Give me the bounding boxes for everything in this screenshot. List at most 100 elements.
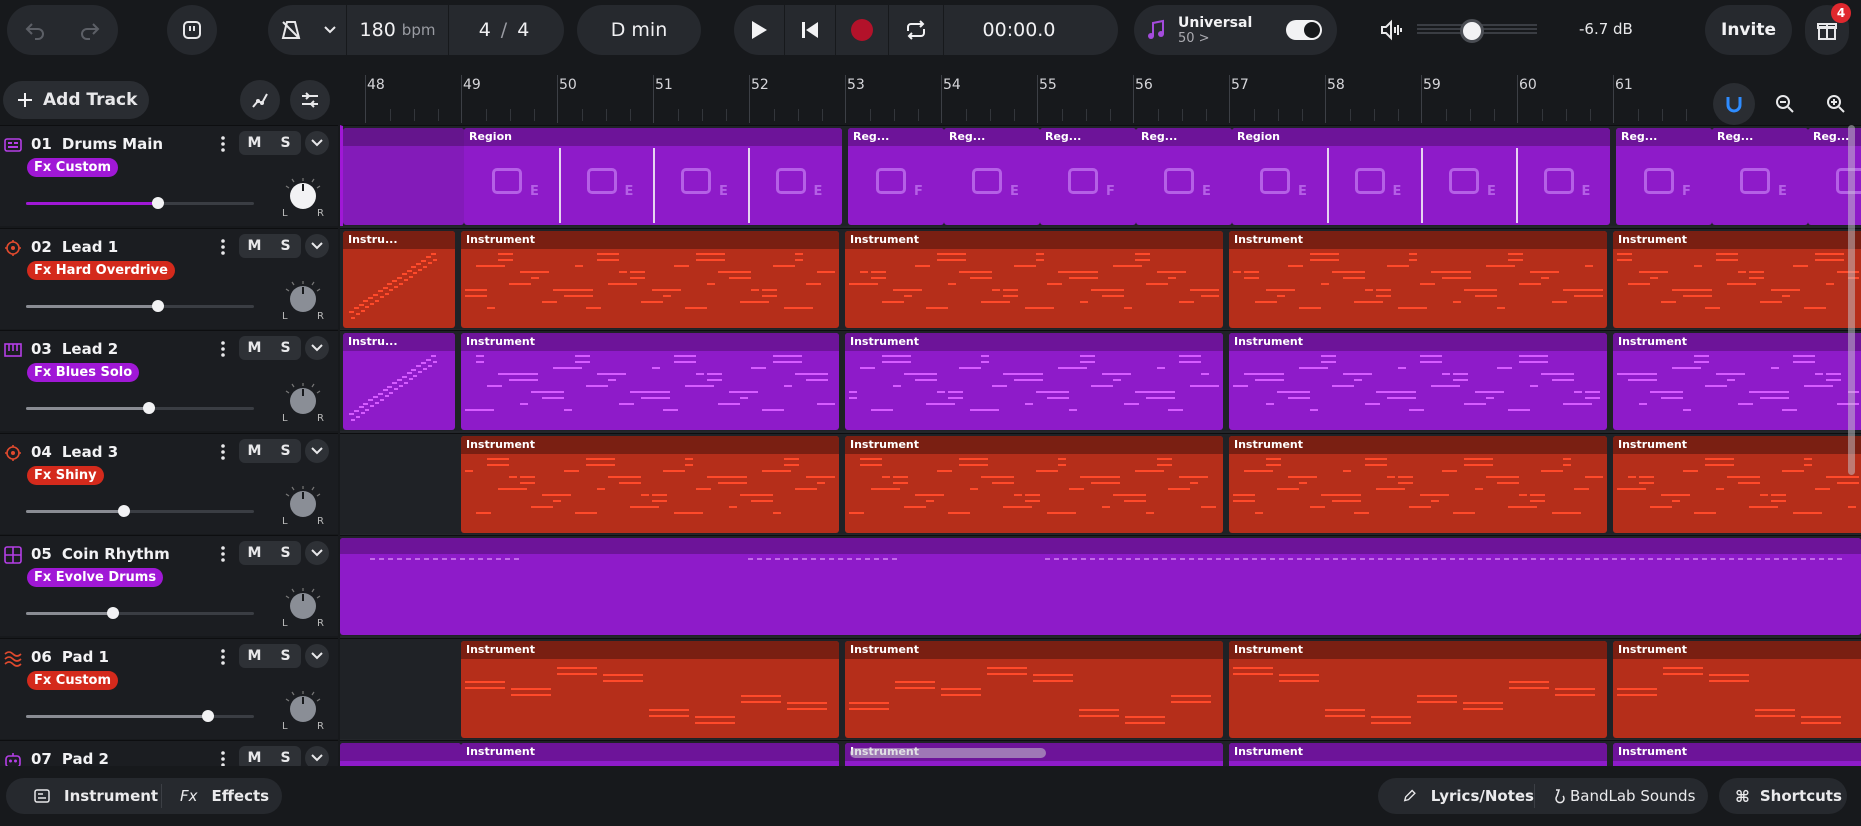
solo-button[interactable]: S (270, 234, 301, 258)
clip-region[interactable]: Instrument (845, 640, 1223, 738)
tempo-field[interactable]: 180 bpm (347, 5, 448, 55)
clip-region[interactable]: Instrument (461, 333, 839, 430)
mute-button[interactable]: M (239, 541, 270, 565)
volume-knob[interactable] (143, 402, 156, 414)
clip-region[interactable]: Reg... E (944, 128, 1040, 225)
fx-preset-tag[interactable]: Fx Evolve Drums (27, 568, 164, 587)
clip-region[interactable]: Instrument (461, 435, 839, 533)
pan-knob[interactable]: LR (282, 588, 324, 632)
clip-region[interactable]: Instrument (1229, 743, 1607, 766)
clip-region[interactable]: Instrument (1229, 640, 1607, 738)
track-expand-button[interactable] (305, 336, 329, 360)
zoom-in-button[interactable] (1815, 83, 1857, 125)
master-volume-icon[interactable] (1380, 19, 1404, 41)
pan-knob[interactable]: LR (282, 280, 324, 325)
clip-region[interactable] (340, 538, 1861, 635)
metronome-options-button[interactable] (314, 5, 346, 55)
clip-region[interactable]: Instrument (1613, 435, 1861, 533)
slider-knob[interactable] (1460, 19, 1485, 43)
automation-button[interactable] (240, 80, 280, 120)
effects-tab[interactable]: Fx Effects (162, 787, 269, 805)
clip-region[interactable]: Instrument (461, 743, 839, 766)
track-expand-button[interactable] (305, 643, 329, 668)
clip-region[interactable]: Instrument (1229, 333, 1607, 430)
track-name[interactable]: 03 Lead 2 (31, 340, 118, 358)
clip-region[interactable]: Region E E E E (464, 128, 842, 225)
tuner-group[interactable]: Universal 50 > (1134, 5, 1337, 55)
track-lane[interactable] (340, 535, 1861, 636)
clip-region[interactable] (340, 743, 461, 766)
track-volume-slider[interactable] (26, 504, 254, 517)
shortcuts-button[interactable]: ⌘ Shortcuts (1719, 778, 1847, 814)
clip-region[interactable]: Reg... F (848, 128, 944, 225)
back-to-start-button[interactable] (785, 5, 835, 55)
clip-region[interactable] (343, 128, 464, 225)
track-menu-button[interactable] (218, 544, 228, 564)
record-button[interactable] (836, 5, 888, 55)
clip-region[interactable]: Instru... (343, 333, 455, 430)
gift-button[interactable]: 4 (1805, 3, 1851, 55)
track-lane[interactable]: Instru... Instrument Instrument Instrument I… (340, 227, 1861, 329)
clip-region[interactable]: Reg... E (1136, 128, 1232, 225)
clip-region[interactable]: Instrument (1613, 230, 1861, 328)
track-lane[interactable]: InstrumentInstrumentInstrumentInstrument (340, 740, 1861, 766)
track-name[interactable]: 01 Drums Main (31, 135, 163, 153)
clip-region[interactable]: Instrument (1229, 435, 1607, 533)
track-volume-slider[interactable] (26, 709, 254, 722)
track-name[interactable]: 06 Pad 1 (31, 648, 109, 666)
clip-region[interactable]: Instrument (1613, 743, 1861, 766)
solo-button[interactable]: S (270, 644, 301, 668)
volume-knob[interactable] (106, 607, 119, 619)
pan-knob[interactable]: LR (282, 690, 324, 735)
clip-region[interactable]: Instrument (1613, 333, 1861, 430)
solo-button[interactable]: S (270, 131, 301, 155)
arrangement-timeline[interactable]: 48 49 50 51 52 53 54 55 56 57 58 59 60 61 Region E E E E R… (340, 73, 1861, 766)
timeline-ruler[interactable]: 48 49 50 51 52 53 54 55 56 57 58 59 60 61 (340, 73, 1861, 125)
track-lane[interactable]: InstrumentInstrumentInstrumentInstrument (340, 432, 1861, 534)
volume-knob[interactable] (152, 197, 165, 209)
track-expand-button[interactable] (305, 438, 329, 463)
add-track-button[interactable]: Add Track (3, 81, 149, 119)
pan-knob[interactable]: LR (282, 178, 324, 222)
volume-knob[interactable] (152, 299, 165, 312)
fx-preset-tag[interactable]: Fx Shiny (27, 465, 104, 485)
track-settings-button[interactable] (290, 80, 330, 120)
mute-button[interactable]: M (239, 336, 270, 360)
track-menu-button[interactable] (218, 237, 228, 257)
volume-knob[interactable] (118, 504, 131, 517)
track-menu-button[interactable] (218, 647, 228, 667)
key-selector[interactable]: D min (577, 5, 701, 55)
track-lane[interactable]: Instru... Instrument Instrument Instrument I… (340, 330, 1861, 431)
track-expand-button[interactable] (305, 131, 329, 155)
track-header[interactable]: 05 Coin Rhythm M S Fx Evolve Drums L R (0, 535, 338, 636)
clip-region[interactable]: Instrument (845, 435, 1223, 533)
track-volume-slider[interactable] (26, 299, 254, 312)
clip-region[interactable]: Instrument (1613, 640, 1861, 738)
track-name[interactable]: 04 Lead 3 (31, 443, 118, 461)
tuner-toggle[interactable] (1286, 20, 1322, 40)
bandlab-sounds-button[interactable]: BandLab Sounds (1535, 787, 1695, 805)
fx-preset-tag[interactable]: Fx Custom (27, 158, 119, 177)
mute-button[interactable]: M (239, 234, 270, 258)
undo-button[interactable] (7, 5, 62, 55)
solo-button[interactable]: S (270, 541, 301, 565)
track-volume-slider[interactable] (26, 607, 254, 619)
track-header[interactable]: 02 Lead 1 M S Fx Hard Overdrive L R (0, 227, 338, 329)
clip-region[interactable]: Instrument (1229, 230, 1607, 328)
track-name[interactable]: 05 Coin Rhythm (31, 545, 170, 563)
track-lane[interactable]: Region E E E E Reg... F Reg... E Reg... F Reg... E Re… (340, 125, 1861, 226)
track-lane[interactable]: InstrumentInstrumentInstrumentInstrument (340, 637, 1861, 739)
clip-region[interactable]: Instrument (845, 333, 1223, 430)
metronome-button[interactable] (268, 5, 314, 55)
volume-knob[interactable] (202, 709, 215, 722)
master-volume-slider[interactable] (1417, 19, 1537, 43)
clip-region[interactable]: Reg... F (1616, 128, 1712, 225)
track-header[interactable]: 01 Drums Main M S Fx Custom L R (0, 125, 338, 226)
horizontal-scrollbar[interactable] (850, 748, 1046, 758)
track-expand-button[interactable] (305, 541, 329, 565)
instrument-tab[interactable]: Instrument (6, 787, 161, 805)
zoom-out-button[interactable] (1764, 83, 1806, 125)
fx-preset-tag[interactable]: Fx Blues Solo (27, 363, 140, 382)
clip-region[interactable]: Instru... (343, 230, 455, 328)
time-signature-field[interactable]: 4 / 4 (449, 5, 559, 55)
